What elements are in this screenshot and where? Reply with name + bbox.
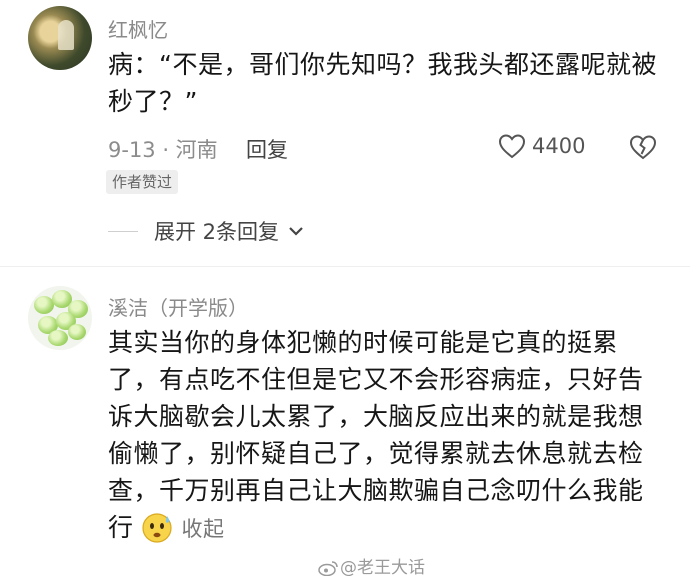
- expand-divider-line: [108, 230, 138, 232]
- avatar[interactable]: [28, 286, 92, 350]
- chevron-down-icon: [289, 227, 303, 236]
- comment-text-block: 其实当你的身体犯懒的时候可能是它真的挺累了，有点吃不住但是它又不会形容病症，只好…: [108, 324, 658, 548]
- watermark-text: @老王大话: [340, 558, 425, 578]
- username[interactable]: 溪洁（开学版）: [108, 292, 248, 321]
- expand-replies[interactable]: 展开 2条回复: [108, 216, 307, 246]
- comment-text: 病：“不是，哥们你先知吗？我我头都还露呢就被秒了？”: [108, 50, 657, 116]
- dislike-button[interactable]: [628, 133, 658, 165]
- comment-divider: [0, 266, 690, 267]
- avatar[interactable]: [28, 6, 92, 70]
- broken-heart-icon: [629, 135, 657, 160]
- weibo-icon: [318, 561, 338, 577]
- sweat-emoji-icon: [141, 513, 172, 543]
- like-count: 4400: [532, 134, 586, 158]
- reply-button[interactable]: 回复: [246, 134, 288, 164]
- comment-date-location: 9-13 · 河南: [108, 138, 218, 162]
- heart-icon: [498, 134, 526, 159]
- like-button[interactable]: 4400: [498, 133, 585, 159]
- username[interactable]: 红枫忆: [108, 14, 168, 43]
- collapse-button[interactable]: 收起: [182, 517, 225, 541]
- watermark: @老王大话: [318, 553, 425, 578]
- comment-text: 其实当你的身体犯懒的时候可能是它真的挺累了，有点吃不住但是它又不会形容病症，只好…: [108, 328, 644, 542]
- author-liked-badge: 作者赞过: [106, 170, 179, 194]
- expand-replies-label: 展开 2条回复: [154, 220, 280, 244]
